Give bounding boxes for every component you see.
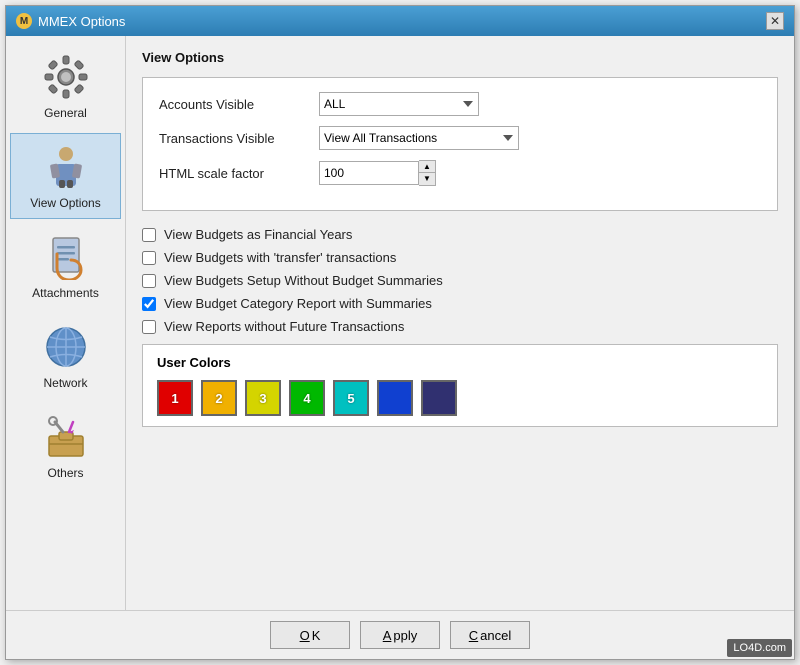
sidebar-item-general-label: General [44, 106, 87, 120]
ok-rest: K [312, 628, 321, 643]
checkbox-future-transactions[interactable] [142, 320, 156, 334]
content-area: View Options Accounts Visible ALL Open C… [126, 36, 794, 610]
checkbox-category-report[interactable] [142, 297, 156, 311]
accounts-visible-row: Accounts Visible ALL Open Closed [159, 92, 761, 116]
checkboxes-section: View Budgets as Financial Years View Bud… [142, 227, 778, 334]
ok-underline: O [300, 628, 310, 643]
sidebar-item-attachments-label: Attachments [32, 286, 99, 300]
apply-underline: A [383, 628, 392, 643]
checkbox-row-2: View Budgets with 'transfer' transaction… [142, 250, 778, 265]
checkbox-label-1[interactable]: View Budgets as Financial Years [164, 227, 352, 242]
view-options-icon [41, 142, 91, 192]
close-button[interactable]: ✕ [766, 12, 784, 30]
color-swatch-1[interactable]: 1 [157, 380, 193, 416]
sidebar: General View Options [6, 36, 126, 610]
sidebar-item-others-label: Others [47, 466, 83, 480]
sidebar-item-network[interactable]: Network [10, 313, 121, 399]
color-swatch-6[interactable] [377, 380, 413, 416]
window-title: MMEX Options [38, 14, 125, 29]
checkbox-without-summaries[interactable] [142, 274, 156, 288]
ok-button[interactable]: OK [270, 621, 350, 649]
titlebar: M MMEX Options ✕ [6, 6, 794, 36]
checkbox-label-4[interactable]: View Budget Category Report with Summari… [164, 296, 432, 311]
checkbox-label-2[interactable]: View Budgets with 'transfer' transaction… [164, 250, 396, 265]
main-window: M MMEX Options ✕ [5, 5, 795, 660]
main-content: General View Options [6, 36, 794, 610]
checkbox-financial-years[interactable] [142, 228, 156, 242]
sidebar-item-attachments[interactable]: Attachments [10, 223, 121, 309]
sidebar-item-view-options[interactable]: View Options [10, 133, 121, 219]
sidebar-item-others[interactable]: Others [10, 403, 121, 489]
accounts-visible-select[interactable]: ALL Open Closed [319, 92, 479, 116]
transactions-visible-select[interactable]: View All Transactions Last 30 Days Last … [319, 126, 519, 150]
apply-rest: pply [393, 628, 417, 643]
user-colors-box: User Colors 1 2 3 4 5 [142, 344, 778, 427]
color-swatch-4[interactable]: 4 [289, 380, 325, 416]
titlebar-left: M MMEX Options [16, 13, 125, 29]
view-options-box: Accounts Visible ALL Open Closed Transac… [142, 77, 778, 211]
color-swatch-7[interactable] [421, 380, 457, 416]
checkbox-row-5: View Reports without Future Transactions [142, 319, 778, 334]
checkbox-row-1: View Budgets as Financial Years [142, 227, 778, 242]
transactions-visible-row: Transactions Visible View All Transactio… [159, 126, 761, 150]
color-swatches: 1 2 3 4 5 [157, 380, 763, 416]
network-icon [41, 322, 91, 372]
gear-icon [41, 52, 91, 102]
sidebar-item-network-label: Network [43, 376, 87, 390]
color-swatch-5[interactable]: 5 [333, 380, 369, 416]
sidebar-item-general[interactable]: General [10, 43, 121, 129]
color-swatch-3[interactable]: 3 [245, 380, 281, 416]
transactions-visible-label: Transactions Visible [159, 131, 319, 146]
cancel-button[interactable]: Cancel [450, 621, 530, 649]
apply-button[interactable]: Apply [360, 621, 440, 649]
spinner-up-button[interactable]: ▲ [419, 161, 435, 173]
html-scale-label: HTML scale factor [159, 166, 319, 181]
others-icon [41, 412, 91, 462]
cancel-underline: C [469, 628, 478, 643]
checkbox-label-3[interactable]: View Budgets Setup Without Budget Summar… [164, 273, 443, 288]
html-scale-row: HTML scale factor ▲ ▼ [159, 160, 761, 186]
spinner-down-button[interactable]: ▼ [419, 173, 435, 185]
checkbox-row-3: View Budgets Setup Without Budget Summar… [142, 273, 778, 288]
attachments-icon [41, 232, 91, 282]
checkbox-transfer-transactions[interactable] [142, 251, 156, 265]
user-colors-title: User Colors [157, 355, 763, 370]
checkbox-label-5[interactable]: View Reports without Future Transactions [164, 319, 404, 334]
sidebar-item-view-options-label: View Options [30, 196, 100, 210]
spinner-buttons: ▲ ▼ [419, 160, 436, 186]
html-scale-input[interactable] [319, 161, 419, 185]
accounts-visible-label: Accounts Visible [159, 97, 319, 112]
app-icon: M [16, 13, 32, 29]
section-title: View Options [142, 50, 778, 65]
checkbox-row-4: View Budget Category Report with Summari… [142, 296, 778, 311]
color-swatch-2[interactable]: 2 [201, 380, 237, 416]
cancel-rest: ancel [480, 628, 511, 643]
bottom-bar: OK Apply Cancel [6, 610, 794, 659]
html-scale-spinner: ▲ ▼ [319, 160, 436, 186]
